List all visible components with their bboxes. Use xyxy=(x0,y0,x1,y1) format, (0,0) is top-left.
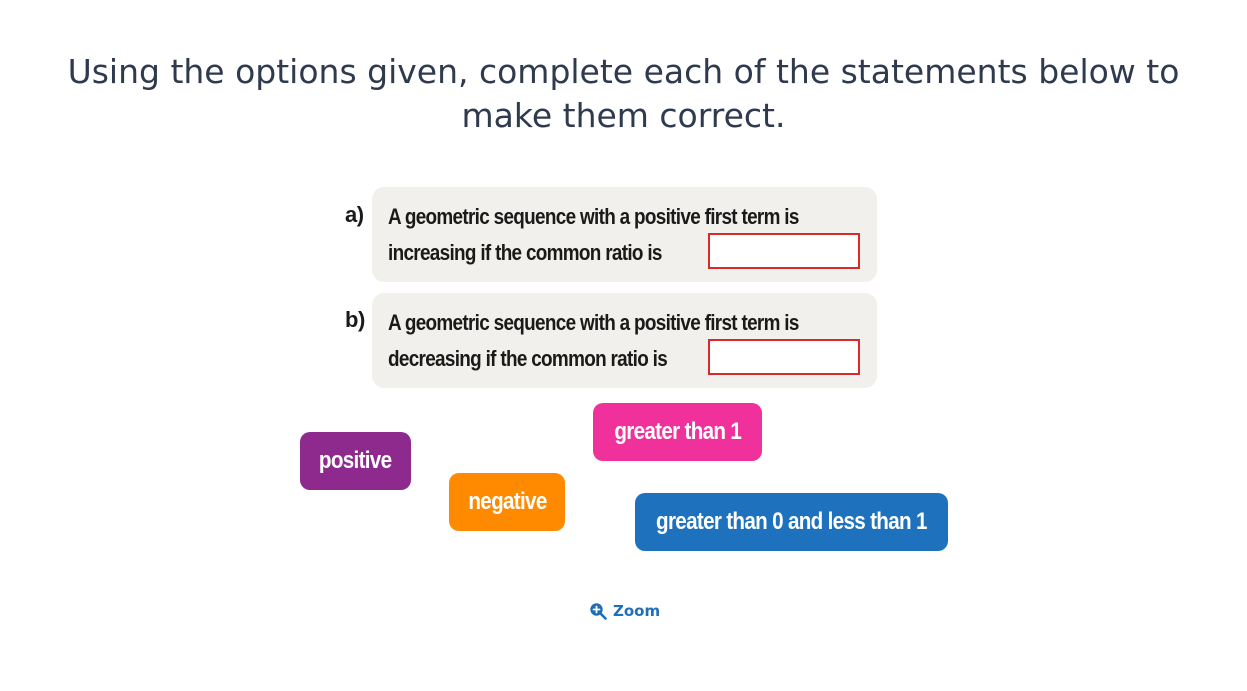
zoom-label: Zoom xyxy=(613,602,661,620)
option-greater-than-1-chip[interactable]: greater than 1 xyxy=(593,403,762,461)
question-title: Using the options given, complete each o… xyxy=(67,52,1180,135)
option-between-0-and-1-label: greater than 0 and less than 1 xyxy=(656,508,927,535)
statement-a-label: a) xyxy=(345,202,364,227)
option-positive-chip[interactable]: positive xyxy=(300,432,411,490)
statement-a-answer-drop-zone[interactable] xyxy=(708,233,860,269)
option-between-0-and-1-chip[interactable]: greater than 0 and less than 1 xyxy=(635,493,948,551)
zoom-in-icon xyxy=(589,602,607,620)
option-negative-chip[interactable]: negative xyxy=(449,473,565,531)
statement-b-label: b) xyxy=(345,307,365,332)
statement-b-line-1: A geometric sequence with a positive fir… xyxy=(388,310,799,335)
option-positive-label: positive xyxy=(319,447,392,474)
option-negative-label: negative xyxy=(467,488,547,515)
statement-a-line-1: A geometric sequence with a positive fir… xyxy=(388,204,799,229)
zoom-button[interactable]: Zoom xyxy=(589,599,660,623)
option-greater-than-1-label: greater than 1 xyxy=(614,418,742,445)
statement-b-answer-drop-zone[interactable] xyxy=(708,339,860,375)
